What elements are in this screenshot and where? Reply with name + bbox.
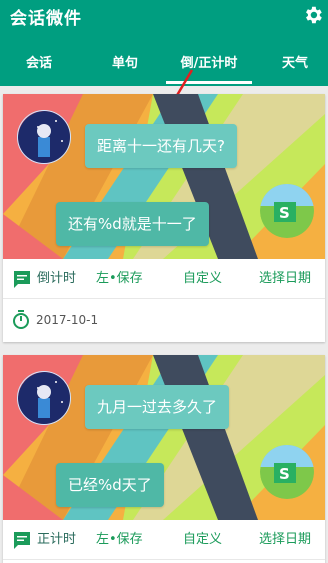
answer-bubble: 已经%d天了 [56,463,164,507]
mode-label: 正计时 [37,532,77,547]
card-banner: 九月一过去多久了 已经%d天了 S [3,355,325,520]
pick-date-button[interactable]: 选择日期 [259,520,311,560]
svg-text:S: S [279,465,290,483]
gear-icon[interactable] [302,4,324,26]
avatar [17,371,71,425]
chat-icon [14,532,30,549]
timer-icon [13,310,29,329]
chat-icon [14,271,30,288]
svg-text:S: S [279,204,290,222]
target-date[interactable]: 2017-10-1 [36,299,98,342]
tab-conversation[interactable]: 会话 [8,46,70,82]
question-bubble: 距离十一还有几天? [85,124,237,168]
tab-single-sentence[interactable]: 单句 [94,46,156,82]
customize-button[interactable]: 自定义 [183,520,222,560]
question-bubble: 九月一过去多久了 [85,385,230,429]
avatar: S [260,184,314,238]
save-button[interactable]: 左•保存 [96,520,143,560]
tab-weather[interactable]: 天气 [270,46,320,82]
app-title: 会话微件 [10,9,82,29]
customize-button[interactable]: 自定义 [183,259,222,299]
countdown-card: 距离十一还有几天? 还有%d就是十一了 S 倒计时 左•保存 自定义 选择日期 … [3,94,325,342]
countup-card: 九月一过去多久了 已经%d天了 S 正计时 左•保存 自定义 选择日期 [3,355,325,563]
card-action-row: 倒计时 左•保存 自定义 选择日期 [3,259,325,299]
avatar [17,110,71,164]
card-action-row: 正计时 左•保存 自定义 选择日期 [3,520,325,560]
avatar: S [260,445,314,499]
save-button[interactable]: 左•保存 [96,259,143,299]
answer-bubble: 还有%d就是十一了 [56,202,209,246]
pick-date-button[interactable]: 选择日期 [259,259,311,299]
mode-label: 倒计时 [37,271,77,286]
date-row: 2017-10-1 [3,299,325,342]
card-banner: 距离十一还有几天? 还有%d就是十一了 S [3,94,325,259]
